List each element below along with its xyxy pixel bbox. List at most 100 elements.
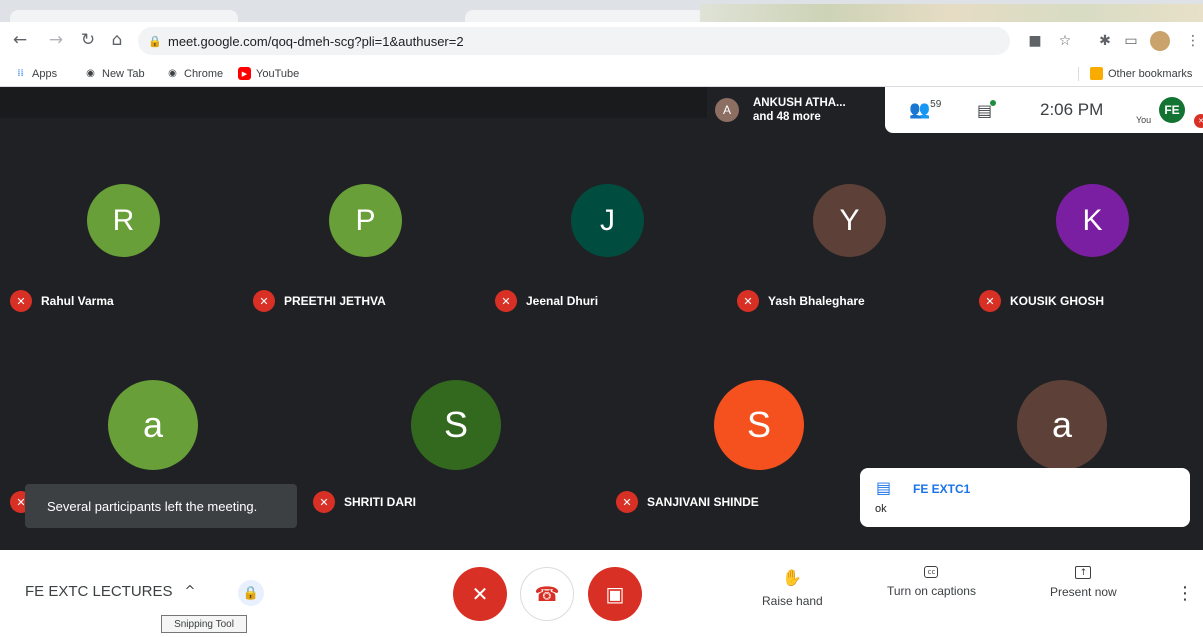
speaker-name: ANKUSH ATHA...	[753, 97, 846, 109]
bookmark-label: Apps	[32, 67, 58, 80]
extensions-icon[interactable]: ✱	[1094, 30, 1116, 52]
participant-label: ✕ Yash Bhaleghare	[737, 289, 865, 313]
youtube-icon: ▶	[238, 67, 251, 80]
back-icon[interactable]: ←	[8, 28, 32, 52]
raise-hand-button[interactable]: ✋ Raise hand	[762, 566, 823, 609]
browser-tab[interactable]	[10, 10, 238, 22]
participant-name: SANJIVANI SHINDE	[647, 495, 759, 509]
raise-hand-label: Raise hand	[762, 594, 823, 608]
meeting-details-button[interactable]: FE EXTC LECTURES ^	[25, 583, 195, 600]
speaker-more: and 48 more	[753, 111, 821, 123]
mic-toggle-button[interactable]: ✕	[453, 567, 507, 621]
participant-avatar[interactable]: K	[1056, 184, 1129, 257]
camera-indicator-icon[interactable]: ■	[1024, 30, 1046, 52]
tabstrip-background	[700, 4, 1203, 22]
participant-label: ✕ Jeenal Dhuri	[495, 289, 598, 313]
meeting-clock: 2:06 PM	[1040, 100, 1104, 119]
other-bookmarks-label: Other bookmarks	[1108, 67, 1193, 80]
self-label: You	[1136, 115, 1152, 125]
participant-name: PREETHI JETHVA	[284, 294, 386, 308]
home-icon[interactable]: ⌂	[105, 28, 129, 52]
participant-avatar[interactable]: R	[87, 184, 160, 257]
other-bookmarks[interactable]: Other bookmarks	[1090, 60, 1192, 87]
active-speaker-chip[interactable]: A ANKUSH ATHA... and 48 more	[707, 87, 885, 133]
mic-off-icon: ✕	[979, 290, 1001, 312]
notification-toast: Several participants left the meeting.	[25, 484, 297, 528]
mic-off-icon: ✕	[10, 290, 32, 312]
participant-name: KOUSIK GHOSH	[1010, 294, 1105, 308]
browser-toolbar: ← → ↻ ⌂ 🔒 meet.google.com/qoq-dmeh-scg?p…	[0, 22, 1203, 60]
apps-grid-icon: ⁞⁞	[17, 68, 24, 79]
address-url: meet.google.com/qoq-dmeh-scg?pli=1&authu…	[168, 33, 464, 49]
participant-label: ✕ KOUSIK GHOSH	[979, 289, 1104, 313]
chat-unread-dot	[990, 100, 996, 106]
mic-off-icon: ✕	[737, 290, 759, 312]
bookmarks-bar: ⁞⁞ Apps ◉ New Tab ◉ Chrome ▶ YouTube Oth…	[0, 60, 1203, 87]
reload-icon[interactable]: ↻	[76, 28, 100, 52]
captions-button[interactable]: cc Turn on captions	[887, 566, 976, 598]
hangup-icon: ☎	[534, 582, 560, 606]
participant-name: Jeenal Dhuri	[526, 294, 599, 308]
speaker-text: ANKUSH ATHA... and 48 more	[753, 96, 846, 124]
participant-count: 59	[930, 98, 942, 110]
participant-avatar[interactable]: a	[1017, 380, 1107, 470]
more-options-icon[interactable]: ⋮	[1176, 580, 1194, 606]
participant-avatar[interactable]: S	[714, 380, 804, 470]
chevron-up-icon: ^	[184, 584, 196, 599]
bookmark-label: YouTube	[256, 67, 300, 80]
mic-off-icon: ✕	[253, 290, 275, 312]
clock-cell: 2:06 PM	[1040, 87, 1103, 133]
present-label: Present now	[1050, 585, 1117, 599]
present-icon: ↑	[1075, 566, 1092, 579]
bookmark-chrome[interactable]: ◉ Chrome	[166, 60, 223, 87]
meeting-info-bar: 👥 59 ▤ 2:06 PM You FE ✕	[885, 87, 1203, 133]
participant-label: ✕ SHRITI DARI	[313, 490, 416, 514]
self-avatar: FE	[1159, 97, 1185, 123]
chat-message-icon: ▤	[876, 478, 892, 497]
captions-label: Turn on captions	[887, 584, 976, 598]
participant-avatar[interactable]: S	[411, 380, 501, 470]
lock-icon: 🔒	[148, 35, 162, 48]
bookmark-youtube[interactable]: ▶ YouTube	[238, 60, 299, 87]
chrome-icon: ◉	[168, 68, 177, 79]
camera-toggle-button[interactable]: ▣	[588, 567, 642, 621]
bookmark-star-icon[interactable]: ☆	[1054, 30, 1076, 52]
bookmark-new-tab[interactable]: ◉ New Tab	[84, 60, 145, 87]
profile-avatar-icon[interactable]	[1150, 31, 1170, 51]
bookmark-label: New Tab	[102, 67, 145, 80]
participant-name: Rahul Varma	[41, 294, 114, 308]
chat-notification[interactable]: ▤ FE EXTC1 ok	[860, 468, 1190, 527]
cast-icon[interactable]: ▭	[1120, 30, 1142, 52]
chat-sender: FE EXTC1	[913, 482, 971, 496]
hand-icon: ✋	[782, 567, 803, 587]
people-button[interactable]: 👥 59	[909, 87, 941, 133]
participant-label: ✕ PREETHI JETHVA	[253, 289, 386, 313]
participant-label: ✕ SANJIVANI SHINDE	[616, 490, 759, 514]
browser-menu-icon[interactable]: ⋮	[1182, 30, 1203, 52]
leave-call-button[interactable]: ☎	[520, 567, 574, 621]
mic-off-icon: ✕	[616, 491, 638, 513]
captions-icon: cc	[924, 566, 939, 578]
participant-name: Yash Bhaleghare	[768, 294, 865, 308]
forward-icon[interactable]: →	[44, 28, 68, 52]
participant-avatar[interactable]: a	[108, 380, 198, 470]
meeting-title: FE EXTC LECTURES	[25, 583, 173, 600]
host-controls-shield-icon[interactable]: 🔒	[238, 580, 264, 606]
self-tile[interactable]: FE	[1159, 87, 1185, 133]
participant-avatar[interactable]: J	[571, 184, 644, 257]
mic-off-icon: ✕	[495, 290, 517, 312]
speaker-avatar: A	[715, 98, 739, 122]
address-bar[interactable]: 🔒 meet.google.com/qoq-dmeh-scg?pli=1&aut…	[138, 27, 1010, 55]
participant-name: SHRITI DARI	[344, 495, 416, 509]
participant-avatar[interactable]: Y	[813, 184, 886, 257]
bookmark-apps[interactable]: ⁞⁞ Apps	[14, 60, 57, 87]
participant-avatar[interactable]: P	[329, 184, 402, 257]
folder-icon	[1090, 67, 1103, 80]
chat-button[interactable]: ▤	[977, 87, 996, 133]
browser-tab-active[interactable]	[465, 10, 705, 22]
present-now-button[interactable]: ↑ Present now	[1050, 566, 1117, 599]
self-mic-off-icon: ✕	[1194, 114, 1203, 128]
mic-off-icon: ✕	[313, 491, 335, 513]
chrome-icon: ◉	[86, 68, 95, 79]
browser-tabstrip	[0, 0, 1203, 22]
